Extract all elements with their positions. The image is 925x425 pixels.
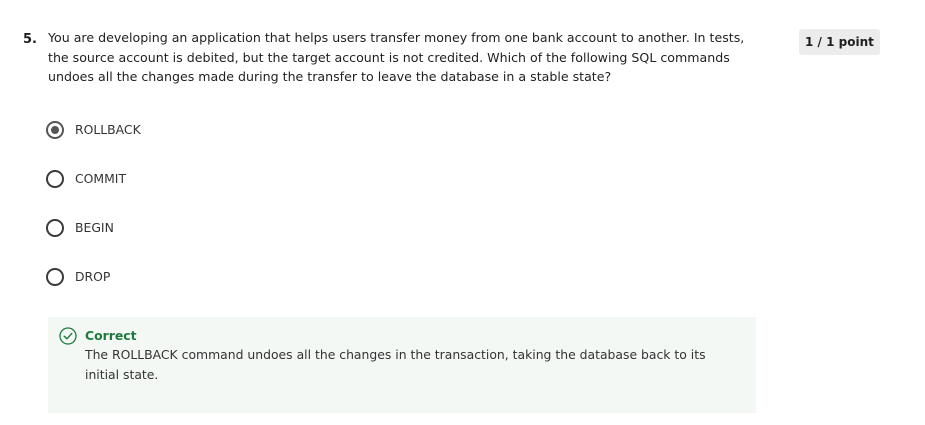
question-text: You are developing an application that h… (48, 30, 745, 84)
option-rollback[interactable]: ROLLBACK (46, 119, 141, 141)
option-label: COMMIT (75, 171, 127, 186)
feedback-panel: Correct The ROLLBACK command undoes all … (48, 317, 756, 413)
answer-options: ROLLBACK COMMIT BEGIN DROP (46, 119, 141, 315)
radio-selected-icon[interactable] (46, 121, 64, 139)
radio-icon[interactable] (46, 268, 64, 286)
score-badge: 1 / 1 point (799, 29, 880, 55)
option-commit[interactable]: COMMIT (46, 168, 141, 190)
option-drop[interactable]: DROP (46, 266, 141, 288)
quiz-question-page: 5. You are developing an application tha… (0, 0, 925, 425)
option-begin[interactable]: BEGIN (46, 217, 141, 239)
option-label: DROP (75, 269, 111, 284)
check-circle-icon (59, 327, 77, 345)
radio-icon[interactable] (46, 170, 64, 188)
feedback-message: The ROLLBACK command undoes all the chan… (85, 347, 706, 382)
option-label: ROLLBACK (75, 122, 141, 137)
radio-icon[interactable] (46, 219, 64, 237)
option-label: BEGIN (75, 220, 114, 235)
question-number: 5. (23, 32, 37, 47)
feedback-status: Correct (85, 328, 137, 343)
